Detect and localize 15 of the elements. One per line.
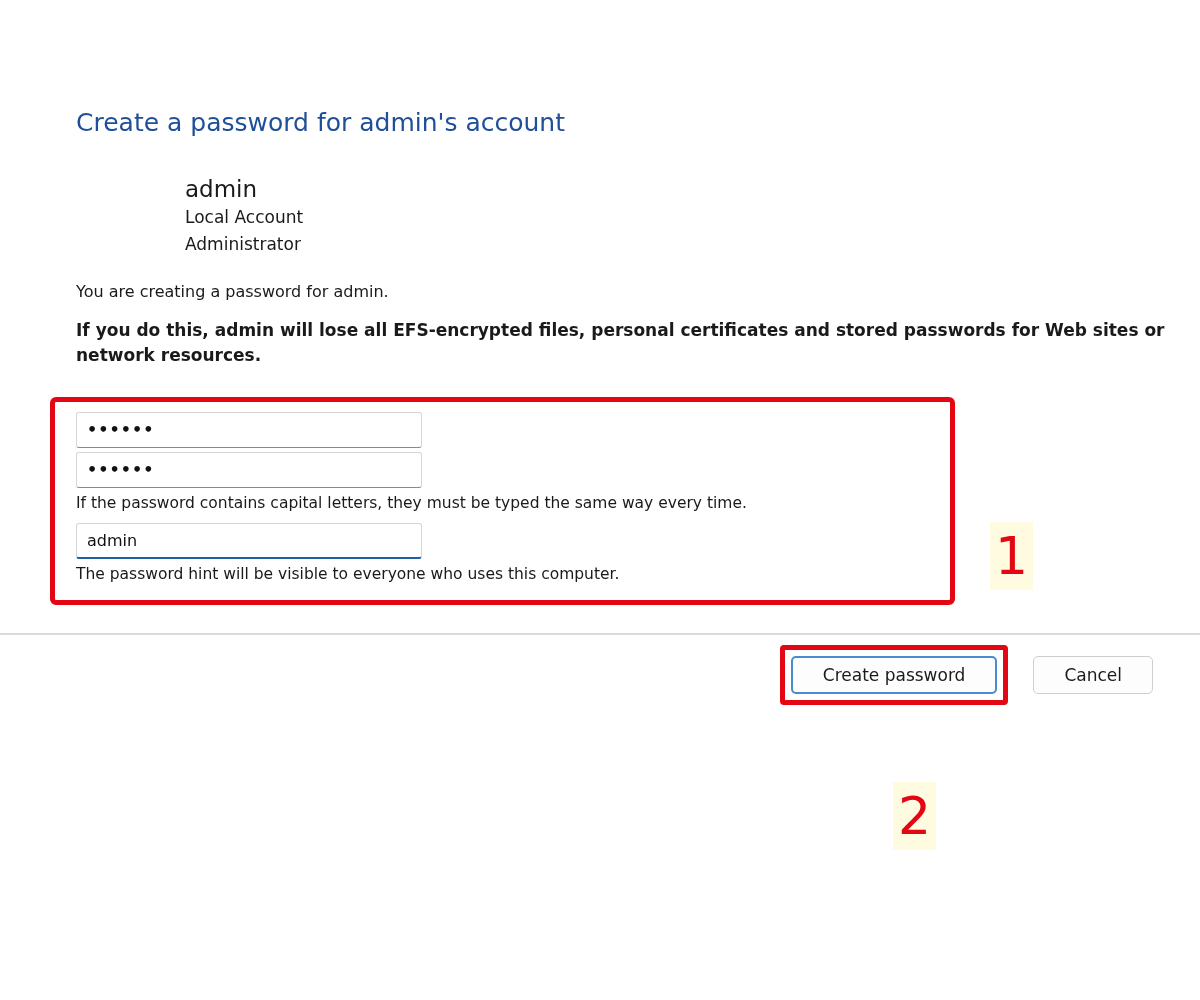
account-name: admin: [185, 176, 259, 204]
hint-field[interactable]: admin: [76, 523, 422, 560]
dialog-heading: Create a password for admin's account: [76, 108, 566, 138]
help-text: The password hint will be visible to everyone who uses this computer.: [76, 564, 621, 586]
intro-text: You are creating a password for admin.: [76, 280, 390, 303]
step-number: 1: [990, 522, 1034, 590]
help-text: If the password contains capital letters, they must be typed the same way every time.: [76, 492, 748, 514]
warning-text: If you do this, admin will lose all EFS-encrypted files, personal certificates and stored passwords for Web sites or network resources.: [76, 318, 1166, 368]
account-role: Administrator: [185, 232, 302, 256]
cancel-button[interactable]: Cancel: [1033, 656, 1153, 695]
create-password-button[interactable]: Create password: [790, 656, 998, 695]
password-field[interactable]: ••••••: [76, 451, 422, 488]
account-type: Local Account: [185, 205, 305, 229]
password-field[interactable]: ••••••: [76, 411, 422, 448]
step-number: 2: [893, 782, 937, 850]
